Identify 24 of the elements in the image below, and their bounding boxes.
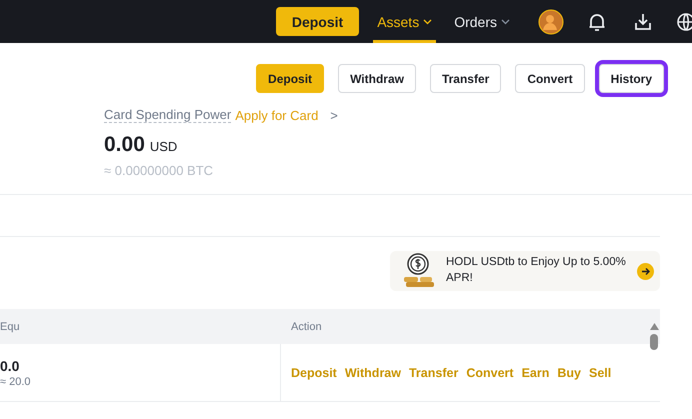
promo-text: HODL USDtb to Enjoy Up to 5.00% APR!: [446, 255, 627, 286]
nav-menu[interactable]: Assets: [373, 0, 436, 43]
scroll-up-icon[interactable]: [650, 323, 658, 330]
arrow-right-icon[interactable]: [637, 262, 654, 280]
balance-amount: 0.00: [104, 133, 145, 157]
action-button[interactable]: Withdraw: [338, 64, 416, 93]
deposit-button[interactable]: Deposit: [276, 7, 360, 36]
equity-approx: ≈ 20.0: [0, 376, 32, 388]
chevron[interactable]: >: [330, 108, 338, 122]
btc-equivalent: ≈ 0.00000000 BTC: [104, 163, 214, 178]
scrollbar-thumb[interactable]: [650, 334, 658, 350]
currency-label: USD: [150, 139, 178, 154]
nav-menu[interactable]: Orders: [450, 0, 514, 43]
equity-value: 0.0: [0, 358, 20, 374]
avatar-icon[interactable]: [538, 8, 564, 34]
action-button[interactable]: Deposit: [256, 64, 324, 93]
card-label: Card Spending Power: [104, 107, 232, 123]
column-header: Action: [291, 320, 322, 332]
chevron-down-icon[interactable]: [501, 18, 510, 24]
action-button[interactable]: Transfer: [430, 64, 502, 93]
promo-banner[interactable]: HODL USDtb to Enjoy Up to 5.00% APR!: [390, 251, 660, 291]
chevron-down-icon[interactable]: [423, 18, 432, 24]
action-button[interactable]: Convert: [515, 64, 585, 93]
column-header: Equ: [0, 320, 20, 332]
